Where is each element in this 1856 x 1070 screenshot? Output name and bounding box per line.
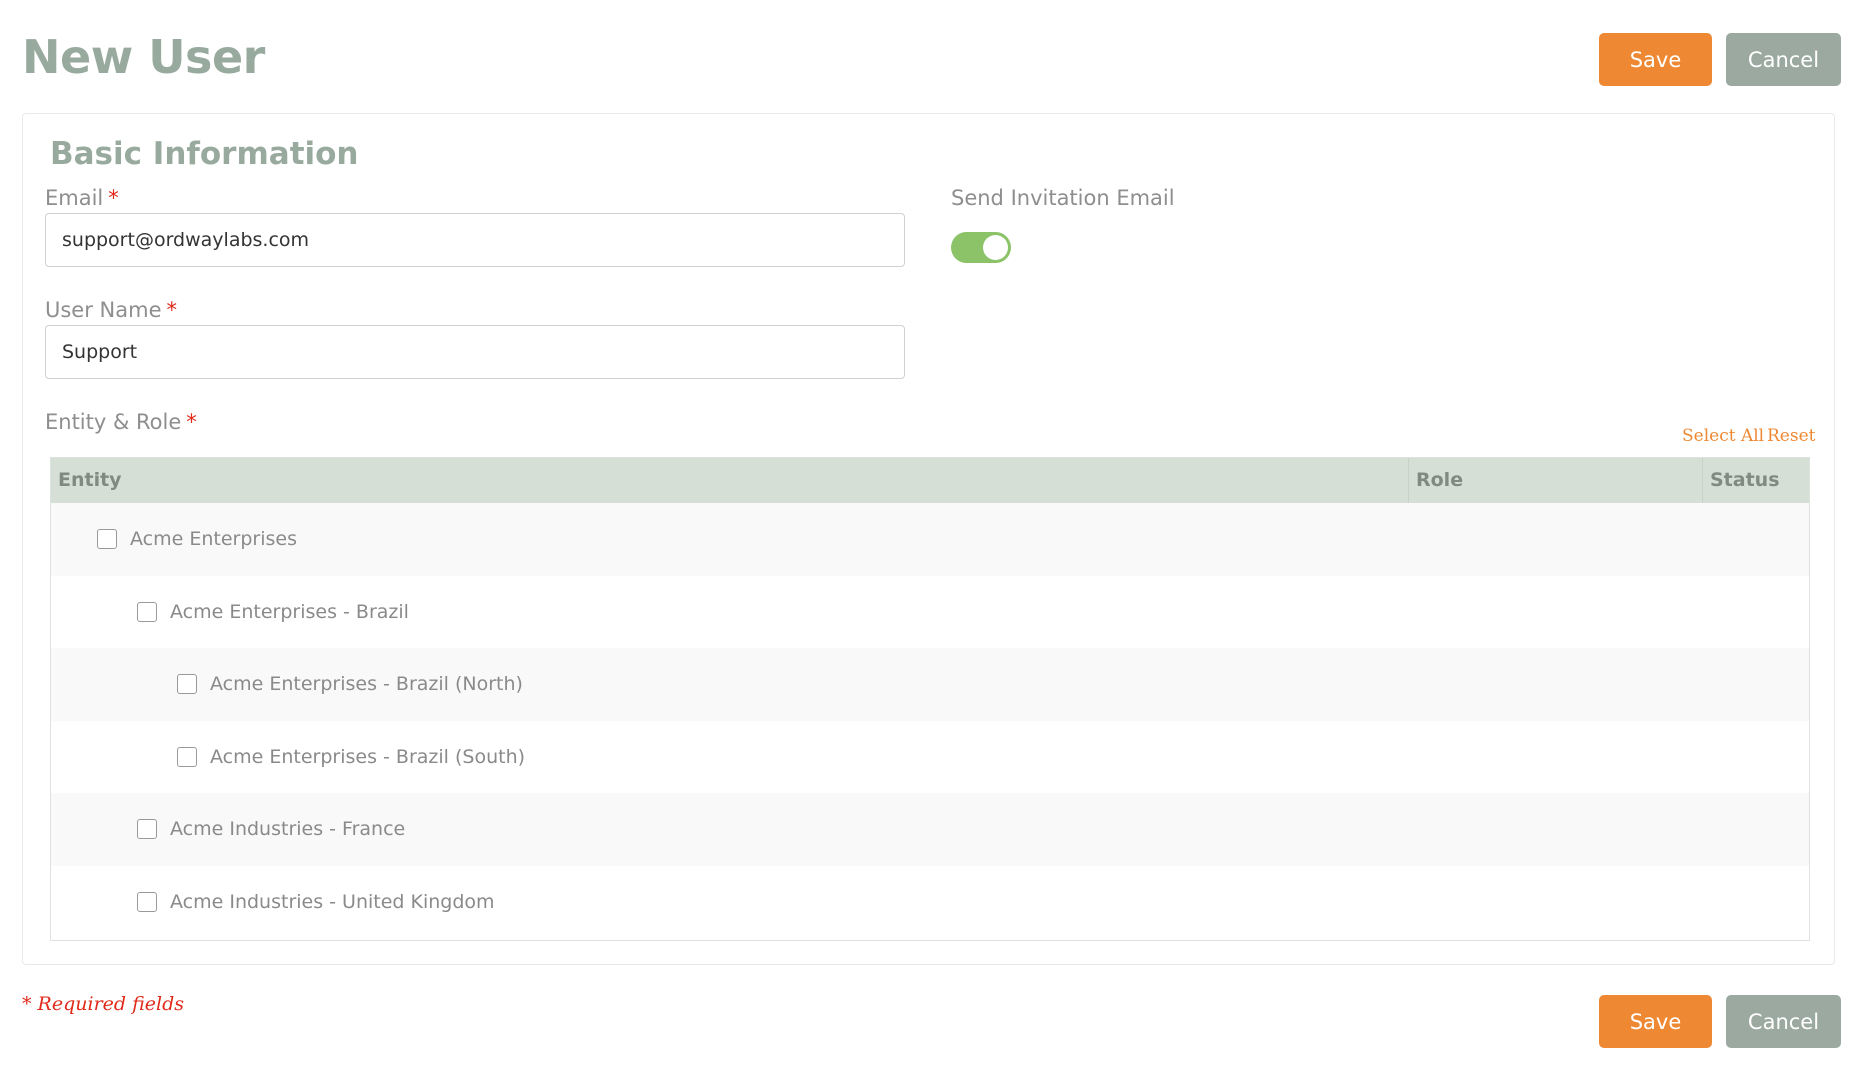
table-row: Acme Industries - United Kingdom xyxy=(51,866,1809,939)
entity-name: Acme Enterprises - Brazil (North) xyxy=(210,673,523,696)
entity-name: Acme Enterprises - Brazil (South) xyxy=(210,745,526,768)
entity-checkbox[interactable] xyxy=(177,746,197,767)
cancel-button-bottom[interactable]: Cancel xyxy=(1726,995,1841,1048)
entity-name: Acme Industries - United Kingdom xyxy=(170,890,495,913)
user-name-label-text: User Name xyxy=(45,298,162,322)
entity-checkbox[interactable] xyxy=(137,891,157,912)
entity-name: Acme Industries - France xyxy=(170,818,406,841)
table-header: Entity Role Status xyxy=(51,458,1809,503)
cancel-button-top[interactable]: Cancel xyxy=(1726,33,1841,86)
email-label-text: Email xyxy=(45,186,104,210)
email-required-marker: * xyxy=(108,186,119,210)
column-header-role[interactable]: Role xyxy=(1408,458,1702,503)
section-title: Basic Information xyxy=(50,136,359,172)
entity-checkbox[interactable] xyxy=(177,674,197,695)
entity-role-table: Entity Role Status Acme Enterprises Acme… xyxy=(50,457,1810,941)
table-row: Acme Enterprises - Brazil (South) xyxy=(51,721,1809,794)
send-invitation-label: Send Invitation Email xyxy=(951,186,1175,210)
email-input[interactable] xyxy=(45,213,905,267)
table-row: Acme Enterprises - Brazil (North) xyxy=(51,648,1809,721)
select-all-link[interactable]: Select All xyxy=(1682,426,1764,446)
entity-name: Acme Enterprises - Brazil xyxy=(170,600,409,623)
user-name-required-marker: * xyxy=(166,298,178,322)
basic-information-card: Basic Information Email* Send Invitation… xyxy=(22,113,1835,965)
new-user-page: New User Save Cancel Basic Information E… xyxy=(0,0,1856,1070)
save-button-bottom[interactable]: Save xyxy=(1599,995,1712,1048)
user-name-input[interactable] xyxy=(45,325,905,379)
send-invitation-toggle[interactable] xyxy=(951,232,1011,263)
entity-checkbox[interactable] xyxy=(137,819,157,840)
table-row: Acme Industries - France xyxy=(51,793,1809,866)
table-row: Acme Enterprises - Brazil xyxy=(51,576,1809,649)
column-header-entity[interactable]: Entity xyxy=(51,458,1408,503)
entity-checkbox[interactable] xyxy=(97,529,117,550)
toggle-knob xyxy=(983,235,1008,260)
page-title: New User xyxy=(22,30,265,84)
entity-role-label: Entity & Role * xyxy=(45,410,197,434)
entity-checkbox[interactable] xyxy=(137,601,157,622)
reset-link[interactable]: Reset xyxy=(1767,426,1815,446)
user-name-label: User Name * xyxy=(45,298,177,322)
email-label: Email * xyxy=(45,186,119,210)
save-button-top[interactable]: Save xyxy=(1599,33,1712,86)
table-row: Acme Enterprises xyxy=(51,503,1809,576)
entity-name: Acme Enterprises xyxy=(130,528,297,551)
required-fields-note: * Required fields xyxy=(22,993,185,1015)
entity-role-label-text: Entity & Role xyxy=(45,410,182,434)
entity-role-required-marker: * xyxy=(186,410,197,434)
column-header-status[interactable]: Status xyxy=(1702,458,1811,503)
